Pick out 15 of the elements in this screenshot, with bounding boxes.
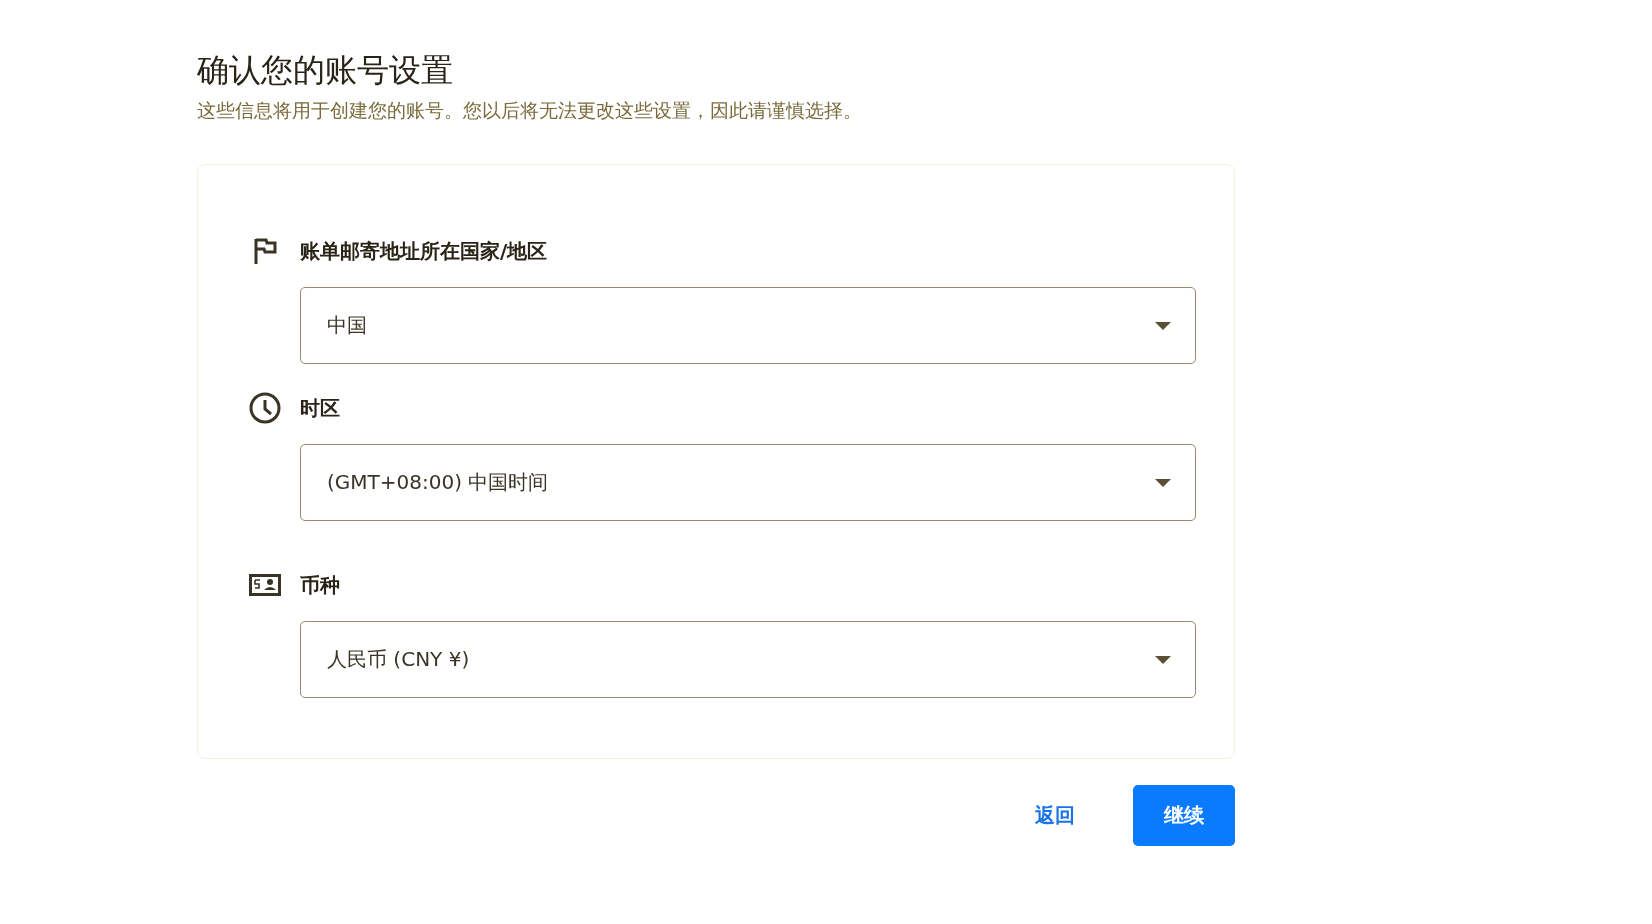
field-label: 时区 [300,394,340,422]
dropdown-field[interactable]: 人民币 (CNY ¥) [300,621,1196,698]
banknote-icon [248,574,282,596]
dropdown-field[interactable]: (GMT+08:00) 中国时间 [300,444,1196,521]
clock-icon [248,392,282,424]
field-label: 账单邮寄地址所在国家/地区 [300,237,548,265]
back-button[interactable]: 返回 [1017,788,1093,843]
caret-icon [1155,655,1171,664]
caret-icon [1155,321,1171,330]
dropdown-field[interactable]: 中国 [300,287,1196,364]
page-subtitle: 这些信息将用于创建您的账号。您以后将无法更改这些设置，因此请谨慎选择。 [197,98,863,123]
field-label: 币种 [300,571,340,599]
caret-icon [1155,478,1171,487]
page-title: 确认您的账号设置 [197,50,454,91]
continue-button[interactable]: 继续 [1133,785,1235,846]
